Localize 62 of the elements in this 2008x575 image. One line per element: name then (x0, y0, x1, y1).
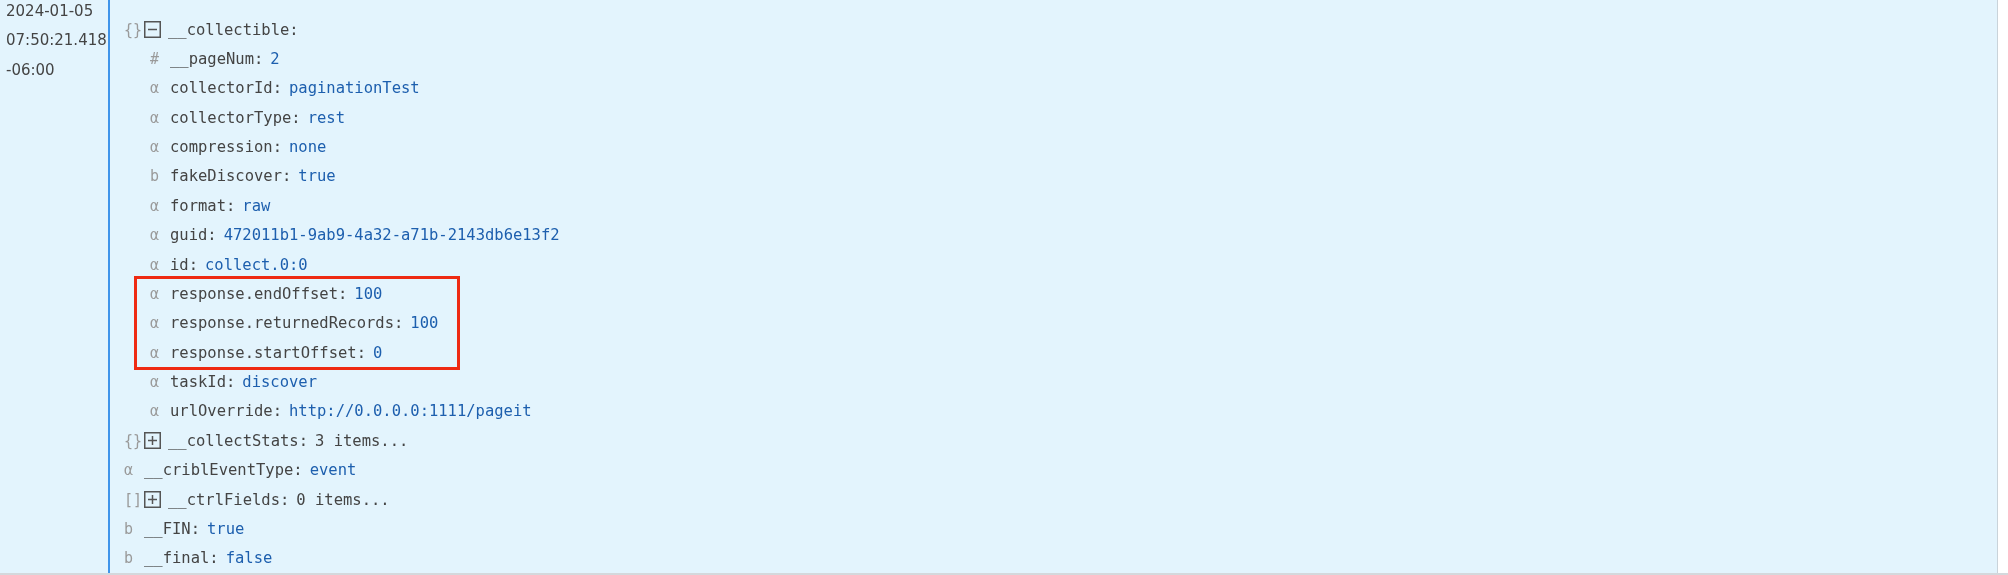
timestamp-text: 07:50:21.418 (6, 30, 108, 52)
field-key: compression: (170, 138, 282, 157)
type-indicator: α (150, 284, 161, 303)
type-indicator: [] (124, 490, 144, 509)
type-indicator: α (150, 196, 161, 215)
expand-icon[interactable] (144, 432, 161, 450)
field-value: paginationTest (289, 79, 420, 98)
field-key: response.startOffset: (170, 343, 366, 362)
field-value: rest (307, 108, 345, 127)
field-value: discover (242, 373, 317, 392)
field-key: collectorType: (170, 108, 301, 127)
field-key: __collectible: (168, 20, 299, 39)
collapse-icon[interactable] (144, 21, 161, 39)
field-key: format: (170, 196, 236, 215)
field-summary: 3 items... (315, 431, 409, 450)
type-indicator: α (150, 226, 161, 245)
type-indicator: # (150, 50, 161, 69)
field-value: 100 (354, 284, 383, 303)
field-key: response.returnedRecords: (170, 314, 404, 333)
field-value: 100 (410, 314, 439, 333)
type-indicator: b (124, 549, 135, 568)
field-value: http://0.0.0.0:1111/pageit (289, 402, 532, 421)
field-key: __criblEventType: (144, 461, 303, 480)
field-value: true (298, 167, 336, 186)
timestamp-text: -06:00 (6, 59, 56, 81)
timestamp-text: 2024-01-05 (6, 1, 95, 22)
field-key: response.endOffset: (170, 284, 348, 303)
field-key: fakeDiscover: (170, 167, 292, 186)
field-value: none (289, 138, 327, 157)
type-indicator: α (150, 255, 161, 274)
type-indicator: α (150, 343, 161, 362)
field-key: __FIN: (144, 519, 200, 538)
field-key: urlOverride: (170, 402, 282, 421)
type-indicator: α (150, 138, 161, 157)
field-key: id: (170, 255, 198, 274)
field-value: 472011b1-9ab9-4a32-a71b-2143db6e13f2 (223, 226, 560, 245)
expand-icon[interactable] (144, 491, 161, 508)
field-key: __final: (144, 549, 219, 568)
field-key: __collectStats: (168, 431, 308, 450)
type-indicator: b (124, 519, 135, 538)
type-indicator: α (150, 402, 161, 421)
field-value: collect.0:0 (205, 255, 308, 274)
type-indicator: α (150, 373, 161, 392)
field-value: raw (242, 196, 271, 215)
field-key: guid: (170, 226, 217, 245)
type-indicator: {} (124, 20, 144, 39)
type-indicator: α (150, 314, 161, 333)
field-value: false (225, 549, 273, 568)
field-value: 0 (372, 343, 383, 362)
type-indicator: b (150, 167, 161, 186)
field-value: 2 (270, 50, 280, 69)
type-indicator: α (124, 461, 135, 480)
type-indicator: α (150, 108, 161, 127)
field-value: true (207, 519, 245, 538)
type-indicator: {} (124, 431, 144, 450)
type-indicator: α (150, 79, 161, 98)
field-key: taskId: (170, 373, 236, 392)
field-value: event (309, 461, 357, 480)
field-summary: 0 items... (296, 490, 390, 509)
field-key: collectorId: (170, 79, 282, 98)
field-key: __ctrlFields: (168, 490, 290, 509)
field-key: __pageNum: (170, 50, 264, 69)
